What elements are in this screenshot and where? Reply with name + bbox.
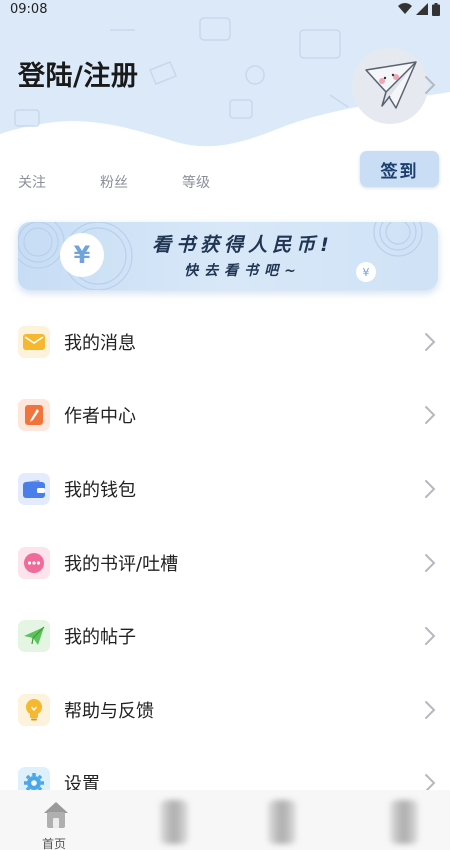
nav-tab-blurred[interactable] xyxy=(160,800,188,844)
menu-label: 帮助与反馈 xyxy=(64,700,154,722)
menu-label: 我的帖子 xyxy=(64,627,136,649)
lightbulb-icon xyxy=(18,693,50,726)
menu-label: 我的消息 xyxy=(64,332,136,354)
battery-icon xyxy=(432,2,440,16)
wallet-icon xyxy=(18,472,50,505)
stat-following[interactable]: 关注 xyxy=(18,172,100,192)
avatar-chevron-icon[interactable] xyxy=(424,75,436,95)
coin-icon: ¥ xyxy=(60,233,104,277)
menu-label: 作者中心 xyxy=(64,406,136,428)
chevron-right-icon xyxy=(425,553,436,572)
menu-label: 我的书评/吐槽 xyxy=(64,553,179,575)
chevron-right-icon xyxy=(425,627,436,646)
nav-tab-blurred[interactable] xyxy=(390,800,418,844)
menu-item-book-reviews[interactable]: 我的书评/吐槽 xyxy=(0,526,450,600)
chevron-right-icon xyxy=(425,479,436,498)
menu-item-author-center[interactable]: 作者中心 xyxy=(0,379,450,453)
status-icons xyxy=(398,2,440,16)
nav-home-tab[interactable] xyxy=(38,798,74,834)
bottom-nav: 首页 xyxy=(0,790,450,850)
menu-label: 我的钱包 xyxy=(64,479,136,501)
mail-icon xyxy=(18,325,50,358)
chevron-right-icon xyxy=(425,700,436,719)
home-icon xyxy=(44,802,68,828)
menu-item-wallet[interactable]: 我的钱包 xyxy=(0,452,450,526)
stat-level[interactable]: 等级 xyxy=(182,172,264,192)
wifi-icon xyxy=(398,3,412,14)
comment-icon xyxy=(18,546,50,579)
banner-subtitle: 快去看书吧~ xyxy=(184,263,302,279)
reading-reward-banner[interactable]: ¥ 看书获得人民币! 快去看书吧~ ¥ xyxy=(18,222,438,290)
menu-item-my-posts[interactable]: 我的帖子 xyxy=(0,599,450,673)
menu-list: 我的消息 作者中心 我的钱包 我的书评/吐槽 我的帖子 帮助与反馈 设置 xyxy=(0,305,450,820)
chevron-right-icon xyxy=(425,332,436,351)
menu-item-help-feedback[interactable]: 帮助与反馈 xyxy=(0,673,450,747)
menu-item-messages[interactable]: 我的消息 xyxy=(0,305,450,379)
avatar[interactable] xyxy=(352,48,428,124)
chevron-right-icon xyxy=(425,406,436,425)
nav-tab-blurred[interactable] xyxy=(268,800,296,844)
stats-row: 关注 粉丝 等级 xyxy=(18,172,264,192)
paper-plane-avatar-icon xyxy=(352,48,428,124)
banner-title: 看书获得人民币! xyxy=(152,234,334,256)
signal-icon xyxy=(416,3,428,15)
checkin-button[interactable]: 签到 xyxy=(360,151,439,187)
login-register-title[interactable]: 登陆/注册 xyxy=(18,54,138,93)
small-coin-icon: ¥ xyxy=(356,262,376,282)
stat-fans[interactable]: 粉丝 xyxy=(100,172,182,192)
nav-home-label[interactable]: 首页 xyxy=(42,835,66,850)
status-time: 09:08 xyxy=(10,1,48,17)
paper-plane-icon xyxy=(18,620,50,653)
status-bar: 09:08 xyxy=(0,0,450,18)
pen-icon xyxy=(18,399,50,432)
